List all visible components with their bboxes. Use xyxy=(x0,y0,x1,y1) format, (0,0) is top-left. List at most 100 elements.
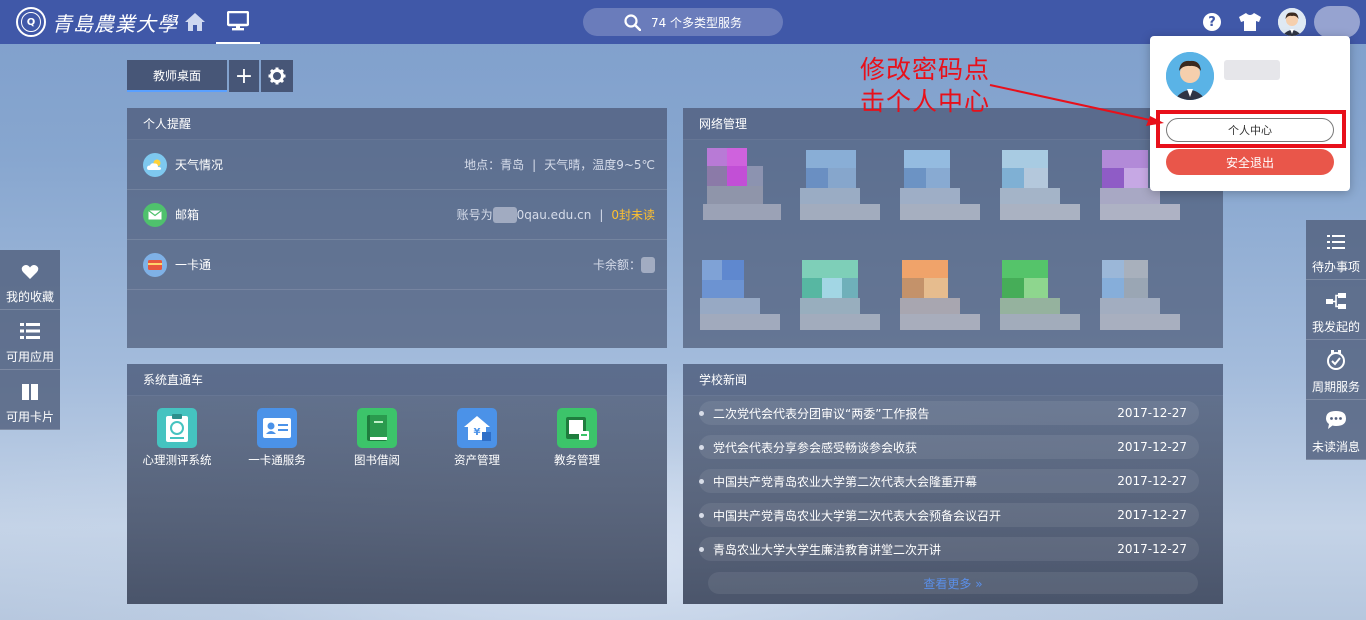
news-date: 2017-12-27 xyxy=(1117,406,1187,420)
desktop-button[interactable] xyxy=(216,0,260,44)
search-label: 74 个多类型服务 xyxy=(650,15,743,30)
news-date: 2017-12-27 xyxy=(1117,474,1187,488)
dock-label: 可用应用 xyxy=(5,350,54,364)
plus-icon: + xyxy=(234,63,254,89)
home-button[interactable] xyxy=(173,0,217,44)
dock-label: 我的收藏 xyxy=(5,290,54,304)
dock-available-cards[interactable]: 可用卡片 xyxy=(0,370,60,430)
annotation-line: 击个人中心 xyxy=(860,87,991,116)
panel-title: 系统直通车 xyxy=(127,364,667,396)
cards-icon xyxy=(22,384,38,400)
network-app-tile-blurred[interactable] xyxy=(1000,148,1082,223)
news-date: 2017-12-27 xyxy=(1117,440,1187,454)
dock-todo[interactable]: 待办事项 xyxy=(1306,220,1366,280)
message-icon xyxy=(1326,411,1346,429)
user-avatar-large xyxy=(1166,52,1214,100)
view-more-link[interactable]: 查看更多 » xyxy=(708,572,1198,594)
network-app-tile-blurred[interactable] xyxy=(703,148,783,223)
list-icon xyxy=(20,323,40,339)
cycle-check-icon xyxy=(1327,350,1345,370)
system-shortcuts-panel: 系统直通车 心理测评系统 一卡通服务 图书借阅 ¥ 资产管理 教务管理 xyxy=(127,364,667,604)
app-label: 图书借阅 xyxy=(354,453,400,467)
bullet-dot xyxy=(699,512,704,518)
card-icon xyxy=(143,252,167,277)
add-tab-button[interactable]: + xyxy=(229,60,259,92)
dock-label: 未读消息 xyxy=(1311,440,1360,454)
weather-label: 天气情况 xyxy=(175,158,224,172)
weather-info: 地点：青岛 | 天气晴，温度9~5℃ xyxy=(464,156,655,173)
news-item[interactable]: 中国共产党青岛农业大学第二次代表大会预备会议召开 2017-12-27 xyxy=(699,503,1199,527)
bullet-dot xyxy=(699,478,704,484)
search-icon xyxy=(624,13,641,31)
bullet-dot xyxy=(699,444,704,450)
dock-initiated[interactable]: 我发起的 xyxy=(1306,280,1366,340)
panel-title: 学校新闻 xyxy=(683,364,1223,396)
personal-reminder-panel: 个人提醒 天气情况 地点：青岛 | 天气晴，温度9~5℃ 邮箱 账号为 0qau… xyxy=(127,108,667,348)
network-app-tile-blurred[interactable] xyxy=(900,148,982,223)
app-library[interactable]: 图书借阅 xyxy=(337,408,417,468)
news-item[interactable]: 青岛农业大学大学生廉洁教育讲堂二次开讲 2017-12-27 xyxy=(699,537,1199,561)
bullet-dot xyxy=(699,546,704,552)
network-app-tile-blurred[interactable] xyxy=(1100,258,1182,333)
network-app-tile-blurred[interactable] xyxy=(800,258,882,333)
heart-icon xyxy=(21,265,39,279)
school-news-panel: 学校新闻 二次党代会代表分团审议“两委”工作报告 2017-12-27 党代会代表… xyxy=(683,364,1223,604)
svg-text:¥: ¥ xyxy=(474,427,481,438)
tab-teacher-desktop[interactable]: 教师桌面 xyxy=(127,60,227,92)
network-app-tile-blurred[interactable] xyxy=(700,258,782,333)
logout-button[interactable]: 安全退出 xyxy=(1166,149,1334,175)
service-search-button[interactable]: 74 个多类型服务 xyxy=(583,8,783,36)
app-psychology-test[interactable]: 心理测评系统 xyxy=(137,408,217,468)
network-app-tile-blurred[interactable] xyxy=(800,148,882,223)
annotation-line: 修改密码点 xyxy=(860,55,991,84)
psychology-test-icon xyxy=(157,408,197,448)
dock-unread-messages[interactable]: 未读消息 xyxy=(1306,400,1366,460)
university-logo[interactable]: Q 青島農業大學 xyxy=(16,7,178,37)
app-label: 一卡通服务 xyxy=(248,453,306,467)
card-label: 一卡通 xyxy=(175,258,212,272)
mail-row[interactable]: 邮箱 账号为 0qau.edu.cn | 0封未读 xyxy=(127,190,667,240)
separator: | xyxy=(532,157,537,172)
network-app-tile-blurred[interactable] xyxy=(900,258,982,333)
news-item[interactable]: 党代会代表分享参会感受畅谈参会收获 2017-12-27 xyxy=(699,435,1199,459)
card-row[interactable]: 一卡通 卡余额： xyxy=(127,240,667,290)
dock-favorites[interactable]: 我的收藏 xyxy=(0,250,60,310)
dock-periodic-service[interactable]: 周期服务 xyxy=(1306,340,1366,400)
news-title: 青岛农业大学大学生廉洁教育讲堂二次开讲 xyxy=(713,542,942,557)
todo-list-icon xyxy=(1327,235,1345,249)
network-app-tile-blurred[interactable] xyxy=(1000,258,1082,333)
card-service-icon xyxy=(257,408,297,448)
card-balance-label: 卡余额： xyxy=(592,258,641,272)
asset-house-icon: ¥ xyxy=(457,408,497,448)
weather-cloud-icon xyxy=(143,152,167,177)
annotation-highlight-box xyxy=(1156,110,1346,148)
dock-label: 待办事项 xyxy=(1311,260,1360,274)
mail-label: 邮箱 xyxy=(175,208,200,222)
user-menu-dropdown: 个人中心 安全退出 xyxy=(1150,36,1350,191)
news-title: 二次党代会代表分团审议“两委”工作报告 xyxy=(713,406,930,421)
app-academic-affairs[interactable]: 教务管理 xyxy=(537,408,617,468)
settings-button[interactable] xyxy=(261,60,293,92)
weather-row[interactable]: 天气情况 地点：青岛 | 天气晴，温度9~5℃ xyxy=(127,140,667,190)
dock-available-apps[interactable]: 可用应用 xyxy=(0,310,60,370)
app-label: 资产管理 xyxy=(454,453,500,467)
gear-icon xyxy=(268,67,286,85)
mail-account-blurred xyxy=(492,206,517,223)
theme-shirt-icon[interactable] xyxy=(1238,12,1262,36)
bullet-dot xyxy=(699,410,704,416)
mail-icon xyxy=(143,202,167,227)
news-item[interactable]: 中国共产党青岛农业大学第二次代表大会隆重开幕 2017-12-27 xyxy=(699,469,1199,493)
app-label: 心理测评系统 xyxy=(142,453,212,467)
news-title: 中国共产党青岛农业大学第二次代表大会预备会议召开 xyxy=(713,508,1002,523)
help-icon[interactable]: ? xyxy=(1203,13,1221,31)
card-info: 卡余额： xyxy=(593,256,655,273)
dock-label: 我发起的 xyxy=(1311,320,1360,334)
flow-icon xyxy=(1326,293,1346,309)
app-card-service[interactable]: 一卡通服务 xyxy=(237,408,317,468)
user-avatar[interactable] xyxy=(1278,8,1306,36)
username-blurred[interactable] xyxy=(1314,6,1360,38)
app-asset-management[interactable]: ¥ 资产管理 xyxy=(437,408,517,468)
mail-unread-count[interactable]: 0封未读 xyxy=(611,206,655,223)
news-item[interactable]: 二次党代会代表分团审议“两委”工作报告 2017-12-27 xyxy=(699,401,1199,425)
news-title: 中国共产党青岛农业大学第二次代表大会隆重开幕 xyxy=(713,474,978,489)
